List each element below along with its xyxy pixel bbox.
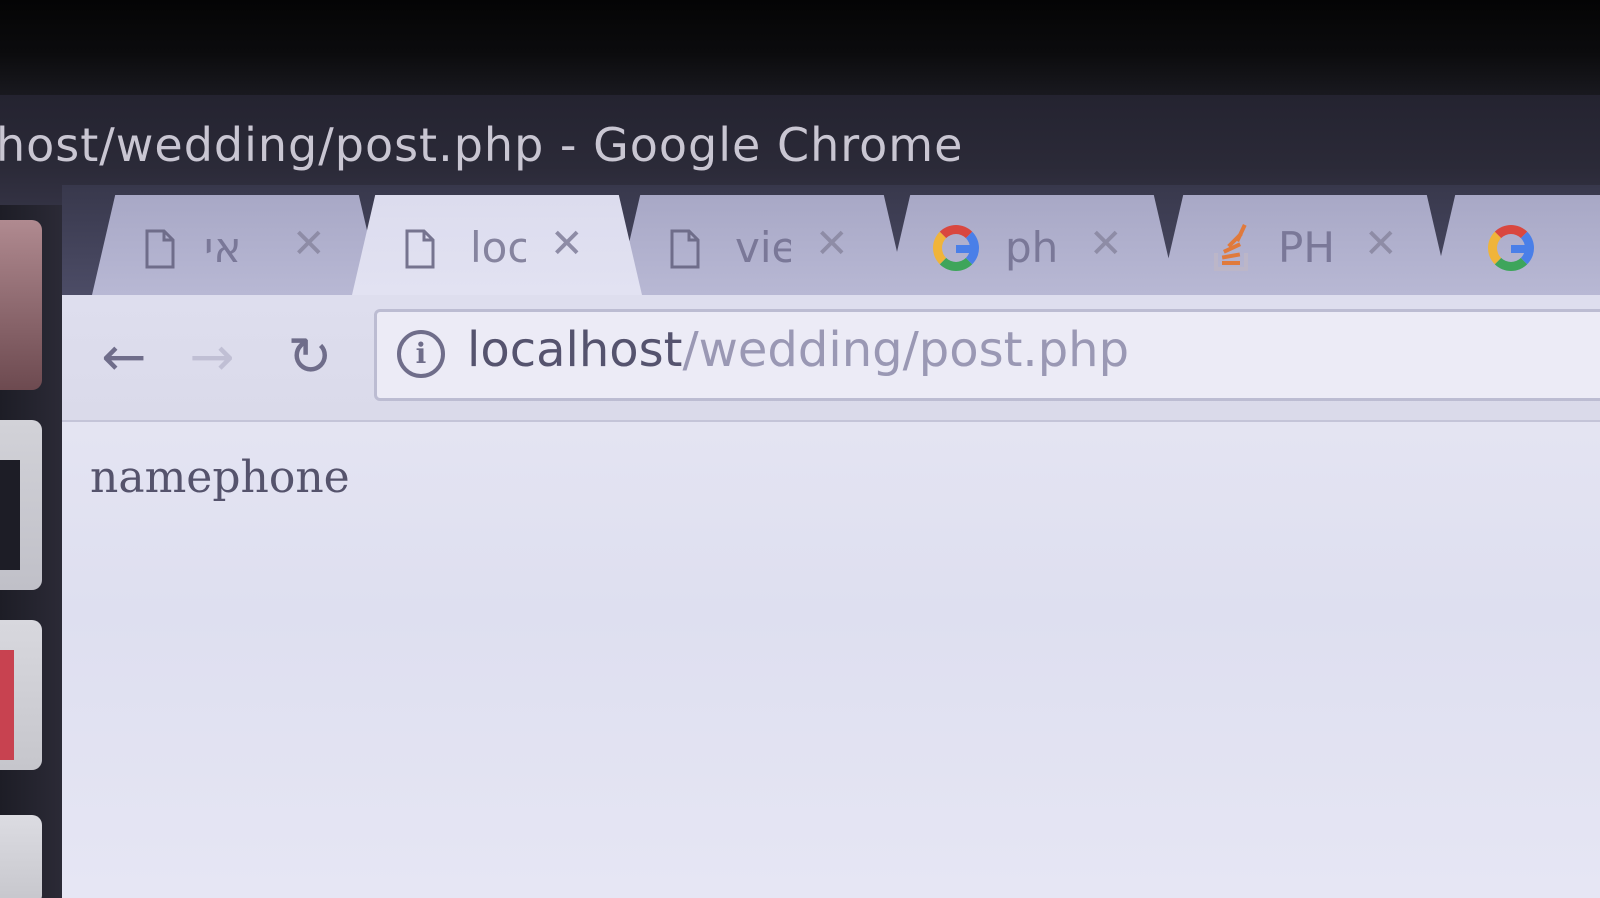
arrow-left-icon: ← xyxy=(101,325,147,388)
close-icon[interactable]: ✕ xyxy=(1089,221,1123,267)
page-body-text: namephone xyxy=(90,452,350,503)
tab-strip: אי ✕ loc ✕ vie ✕ ph ✕ PH ✕ xyxy=(62,185,1600,295)
url-path: /wedding/post.php xyxy=(682,322,1130,378)
google-icon xyxy=(1488,225,1534,271)
tab-title: PH xyxy=(1278,223,1334,272)
launcher-app-icon[interactable] xyxy=(0,420,42,590)
tab-title: אי xyxy=(204,223,242,272)
screen: host/wedding/post.php - Google Chrome אי… xyxy=(0,0,1600,898)
page-icon xyxy=(404,229,436,269)
browser-tab-active[interactable]: loc ✕ xyxy=(352,195,642,295)
browser-tab[interactable]: ph ✕ xyxy=(887,195,1177,295)
reload-button[interactable]: ↻ xyxy=(278,325,342,389)
close-icon[interactable]: ✕ xyxy=(550,221,584,267)
tab-title: ph xyxy=(1005,223,1059,272)
reload-icon: ↻ xyxy=(287,325,333,388)
monitor-bezel xyxy=(0,0,1600,95)
google-icon xyxy=(933,225,979,271)
stackoverflow-icon xyxy=(1212,223,1252,273)
info-icon[interactable]: i xyxy=(397,330,445,378)
page-content: namephone xyxy=(62,422,1600,898)
url-text[interactable]: localhost/wedding/post.php xyxy=(467,322,1129,378)
window-title: host/wedding/post.php - Google Chrome xyxy=(0,118,964,172)
tab-title: loc xyxy=(470,223,526,272)
close-icon[interactable]: ✕ xyxy=(1364,221,1398,267)
browser-window: אי ✕ loc ✕ vie ✕ ph ✕ PH ✕ ← → ↻ i local… xyxy=(62,185,1600,898)
url-host: localhost xyxy=(467,322,683,378)
page-icon xyxy=(669,229,701,269)
close-icon[interactable]: ✕ xyxy=(815,221,849,267)
page-icon xyxy=(144,229,176,269)
address-bar[interactable]: i localhost/wedding/post.php xyxy=(374,309,1600,401)
forward-button[interactable]: → xyxy=(180,325,244,389)
tab-title: vie xyxy=(735,223,791,272)
close-icon[interactable]: ✕ xyxy=(292,221,326,267)
launcher-app-icon[interactable] xyxy=(0,620,42,770)
browser-toolbar: ← → ↻ i localhost/wedding/post.php xyxy=(62,295,1600,422)
browser-tab[interactable]: vie ✕ xyxy=(617,195,907,295)
browser-tab[interactable] xyxy=(1432,195,1600,295)
launcher-app-icon[interactable] xyxy=(0,220,42,390)
arrow-right-icon: → xyxy=(189,325,235,388)
browser-tab[interactable]: PH ✕ xyxy=(1160,195,1450,295)
browser-tab[interactable]: אי ✕ xyxy=(92,195,382,295)
launcher-app-icon[interactable] xyxy=(0,815,42,898)
back-button[interactable]: ← xyxy=(92,325,156,389)
